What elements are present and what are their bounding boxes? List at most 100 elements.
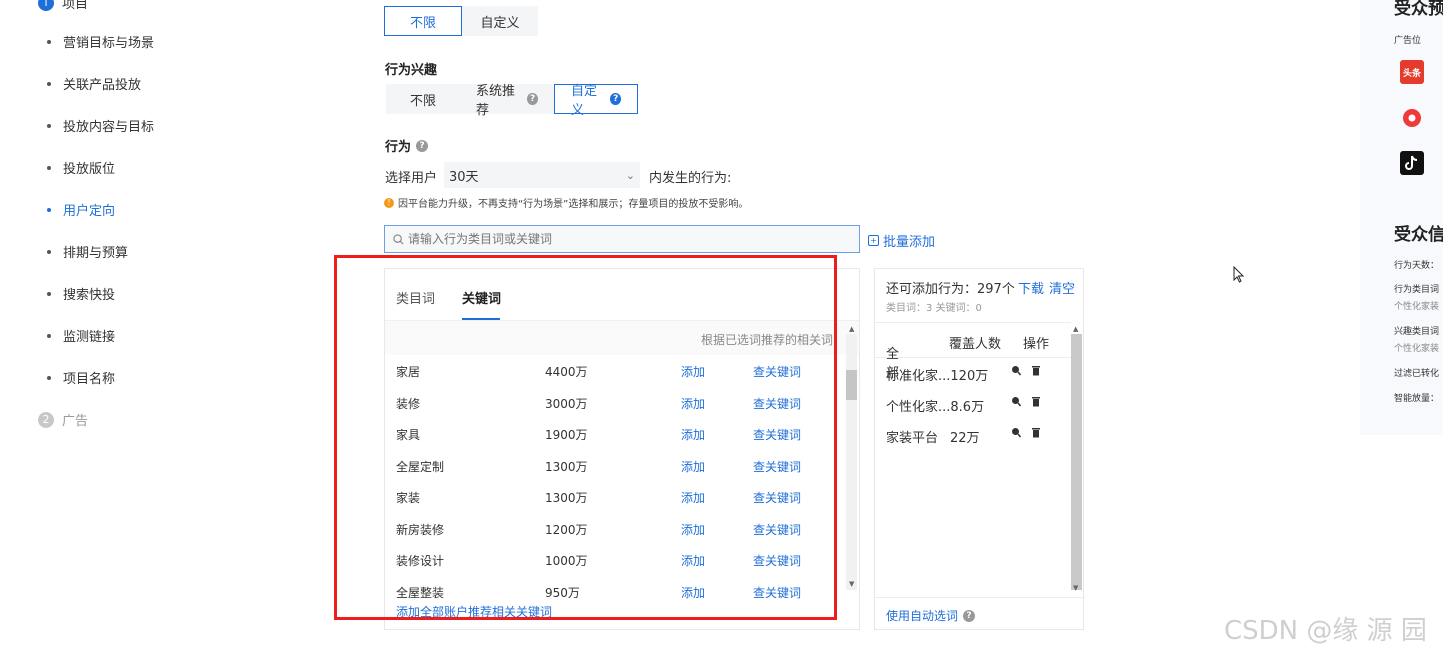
add-link[interactable]: 添加: [681, 521, 705, 538]
scroll-down-icon[interactable]: ▼: [849, 580, 854, 588]
table-row: 装修设计 1000万 添加 查关键词: [385, 544, 841, 576]
add-all-recommended-link[interactable]: 添加全部账户推荐相关关键词: [396, 603, 552, 620]
scroll-up-icon[interactable]: ▲: [1073, 325, 1078, 333]
selected-scrollbar[interactable]: [1071, 334, 1082, 590]
scroll-up-icon[interactable]: ▲: [849, 325, 854, 333]
auto-pick-link[interactable]: 使用自动选词 ?: [886, 607, 976, 624]
add-link[interactable]: 添加: [681, 552, 705, 569]
table-row: 家装 1300万 添加 查关键词: [385, 481, 841, 513]
selected-name: 个性化家...: [886, 400, 951, 415]
batch-add-button[interactable]: + 批量添加: [868, 231, 935, 250]
related-keywords-link[interactable]: 查关键词: [753, 489, 801, 506]
bullet-icon: [47, 123, 51, 128]
add-link[interactable]: 添加: [681, 363, 705, 380]
age-segment: 不限 自定义: [384, 6, 538, 36]
sidebar-item-search-quick[interactable]: 搜索快投: [47, 284, 115, 303]
sidebar-item-placement[interactable]: 投放版位: [47, 158, 115, 177]
action-column-header: 操作: [1023, 337, 1050, 352]
table-row: 装修 3000万 添加 查关键词: [385, 387, 841, 419]
help-icon[interactable]: ?: [963, 609, 976, 622]
related-keywords-link[interactable]: 查关键词: [753, 521, 801, 538]
sidebar-item-label: 搜索快投: [63, 288, 116, 303]
related-keywords-link[interactable]: 查关键词: [753, 458, 801, 475]
keyword-scrollbar-thumb[interactable]: [846, 370, 857, 400]
trash-icon[interactable]: [1031, 365, 1041, 376]
interest-custom-option[interactable]: 自定义?: [554, 84, 638, 118]
left-sidebar: i 项目 营销目标与场景 关联产品投放 投放内容与目标 投放版位 用户定向 排期…: [0, 0, 360, 652]
add-link[interactable]: 添加: [681, 458, 705, 475]
selected-coverage: 8.6万: [950, 400, 985, 415]
related-keywords-link[interactable]: 查关键词: [753, 552, 801, 569]
add-link[interactable]: 添加: [681, 584, 705, 601]
trash-icon[interactable]: [1031, 396, 1041, 407]
search-icon[interactable]: [1011, 396, 1021, 407]
tab-category[interactable]: 类目词: [396, 288, 435, 307]
recommend-header: 根据已选词推荐的相关词: [385, 321, 859, 355]
selected-behaviors-panel: 还可添加行为：297个 下载 清空 类目词：3 关键词：0 全部 ⌄ 覆盖人数 操…: [874, 268, 1085, 630]
related-keywords-link[interactable]: 查关键词: [753, 426, 801, 443]
notice-text: 因平台能力升级，不再支持“行为场景”选择和展示；存量项目的投放不受影响。: [398, 199, 749, 210]
help-icon[interactable]: ?: [610, 93, 621, 105]
step-ad[interactable]: 2 广告: [38, 410, 88, 429]
add-link[interactable]: 添加: [681, 395, 705, 412]
unlimited-option[interactable]: 不限: [384, 6, 462, 36]
days-select[interactable]: 30天 ⌄: [444, 162, 640, 188]
keyword-coverage: 1300万: [545, 491, 588, 505]
download-link[interactable]: 下载: [1018, 278, 1044, 297]
clear-link[interactable]: 清空: [1049, 278, 1075, 297]
sidebar-item-marketing-goal[interactable]: 营销目标与场景: [47, 32, 154, 51]
add-link[interactable]: 添加: [681, 489, 705, 506]
custom-option[interactable]: 自定义: [462, 6, 538, 36]
search-icon[interactable]: [1011, 365, 1021, 376]
trash-icon[interactable]: [1031, 427, 1041, 438]
tab-keyword[interactable]: 关键词: [462, 288, 501, 307]
keyword-coverage: 4400万: [545, 365, 588, 379]
search-icon[interactable]: [1011, 427, 1021, 438]
help-icon[interactable]: ?: [416, 139, 429, 152]
step-project-label: 项目: [62, 0, 89, 12]
sidebar-item-label: 排期与预算: [63, 246, 129, 261]
step-number-icon: 2: [38, 411, 54, 428]
selected-coverage: 120万: [950, 369, 989, 384]
related-keywords-link[interactable]: 查关键词: [753, 395, 801, 412]
related-keywords-link[interactable]: 查关键词: [753, 584, 801, 601]
plus-square-icon: +: [868, 235, 879, 246]
search-input[interactable]: [408, 232, 828, 246]
app-logo-red: [1400, 106, 1424, 130]
keyword-coverage: 1200万: [545, 522, 588, 537]
table-row: 家具 1900万 添加 查关键词: [385, 418, 841, 450]
selected-counts: 类目词：3 关键词：0: [886, 303, 982, 314]
interest-system-option[interactable]: 系统推荐?: [460, 84, 554, 118]
selected-row: 标准化家...120万: [886, 365, 1066, 384]
interest-system-label: 系统推荐: [476, 84, 516, 118]
sidebar-item-schedule-budget[interactable]: 排期与预算: [47, 242, 128, 261]
mouse-cursor-icon: [1233, 266, 1245, 283]
watermark: CSDN @缘 源 园: [1224, 616, 1427, 646]
search-icon: [393, 233, 404, 245]
behavior-days-label: 行为天数：: [1394, 261, 1440, 271]
bullet-icon: [47, 249, 51, 254]
scroll-down-icon[interactable]: ▼: [1073, 584, 1078, 592]
select-prefix: 选择用户: [385, 171, 438, 186]
bullet-icon: [47, 291, 51, 296]
sidebar-item-label: 营销目标与场景: [63, 36, 155, 51]
behavior-search[interactable]: [384, 225, 860, 253]
sidebar-item-label: 投放内容与目标: [63, 120, 155, 135]
selected-table-header: 全部 ⌄ 覆盖人数 操作: [875, 322, 1071, 381]
toutiao-logo-text: 头条: [1402, 68, 1421, 79]
keyword-list: 家居 4400万 添加 查关键词 装修 3000万 添加 查关键词 家具 1900万 添加 查关键…: [385, 355, 841, 607]
sidebar-item-tracking-link[interactable]: 监测链接: [47, 326, 115, 345]
keyword-coverage: 950万: [545, 585, 580, 600]
help-icon[interactable]: ?: [527, 93, 538, 105]
sidebar-item-linked-product[interactable]: 关联产品投放: [47, 74, 141, 93]
add-link[interactable]: 添加: [681, 426, 705, 443]
related-keywords-link[interactable]: 查关键词: [753, 363, 801, 380]
sidebar-item-content-goal[interactable]: 投放内容与目标: [47, 116, 154, 135]
interest-category-value: 个性化家装: [1394, 344, 1440, 354]
keyword-name: 全屋整装: [396, 585, 445, 600]
interest-unlimited-option[interactable]: 不限: [386, 84, 460, 114]
step-project[interactable]: i 项目: [38, 0, 88, 12]
keyword-coverage: 1000万: [545, 554, 588, 568]
sidebar-item-targeting[interactable]: 用户定向: [47, 200, 115, 219]
sidebar-item-project-name[interactable]: 项目名称: [47, 368, 115, 387]
